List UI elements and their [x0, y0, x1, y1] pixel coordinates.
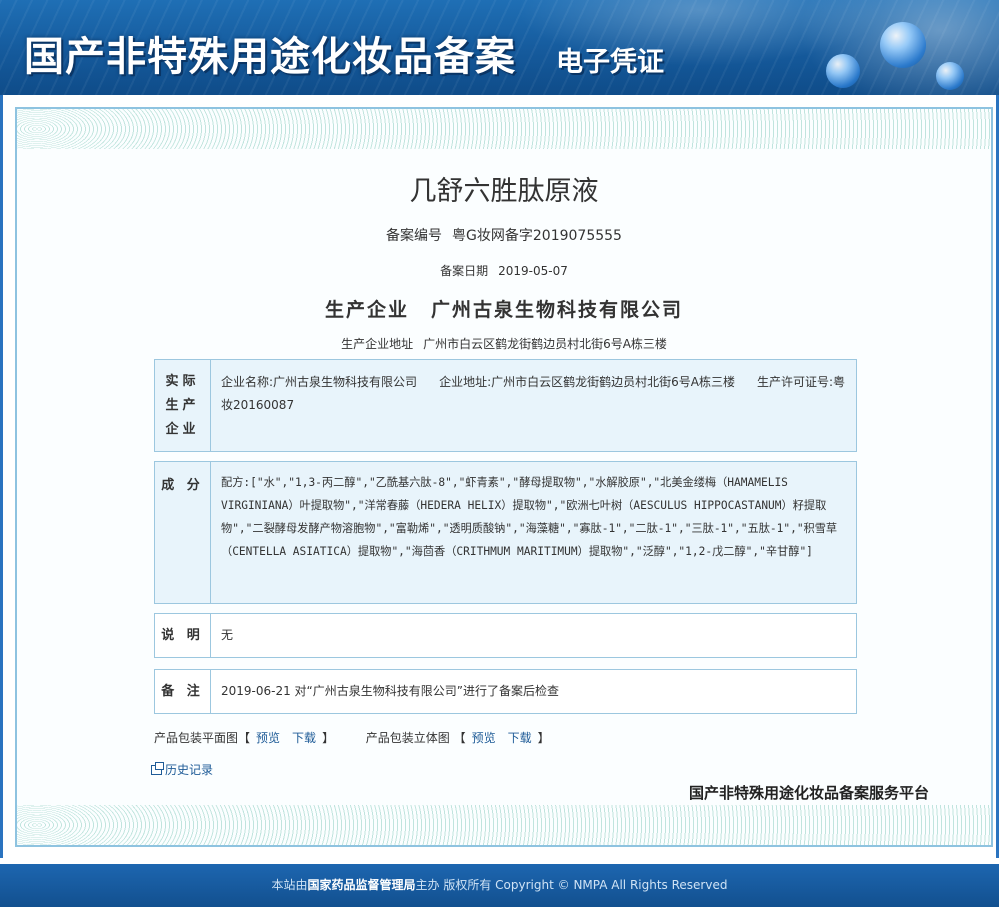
registration-number: 粤G妆网备字2019075555 — [452, 228, 622, 244]
manufacturer-address-line: 生产企业地址 广州市白云区鹤龙街鹤边员村北街6号A栋三楼 — [17, 335, 991, 352]
ingredients-text: 配方:["水","1,3-丙二醇","乙酰基六肽-8","虾青素","酵母提取物… — [221, 476, 838, 558]
package-images-row: 产品包装平面图【 预览 下载】 产品包装立体图 【预览 下载】 — [154, 729, 550, 746]
package-flat-label: 产品包装平面图 — [154, 731, 239, 745]
page-header: 国产非特殊用途化妆品备案 电子凭证 — [0, 0, 999, 95]
flat-download-link[interactable]: 下载 — [292, 731, 316, 745]
manufacturer-name: 广州古泉生物科技有限公司 — [431, 299, 684, 321]
license-label: 生产许可证号: — [756, 375, 834, 389]
decorative-orb — [880, 22, 926, 68]
bracket: 【 — [453, 731, 466, 745]
history-label: 历史记录 — [165, 763, 214, 777]
note-box: 说 明 无 — [154, 613, 857, 658]
platform-label: 国产非特殊用途化妆品备案服务平台 — [689, 784, 930, 802]
registration-label: 备案编号 — [386, 228, 443, 244]
actual-enterprise-box: 实际生产企业 企业名称:广州古泉生物科技有限公司 企业地址:广州市白云区鹤龙街鹤边… — [154, 359, 857, 452]
actual-enterprise-heading: 实际生产企业 — [155, 360, 211, 451]
manufacturer-address-label: 生产企业地址 — [341, 337, 414, 351]
registration-date: 2019-05-07 — [498, 264, 568, 278]
manufacturer-line: 生产企业 广州古泉生物科技有限公司 — [17, 295, 991, 322]
bracket: 【 — [238, 731, 251, 745]
decorative-orb — [936, 62, 964, 90]
manufacturer-address: 广州市白云区鹤龙街鹤边员村北街6号A栋三楼 — [423, 337, 667, 351]
registration-date-line: 备案日期 2019-05-07 — [17, 262, 991, 279]
remark-heading: 备 注 — [155, 670, 211, 713]
ingredients-box: 成 分 配方:["水","1,3-丙二醇","乙酰基六肽-8","虾青素","酵… — [154, 461, 857, 604]
flat-preview-link[interactable]: 预览 — [256, 731, 280, 745]
footer-prefix: 本站由 — [271, 878, 308, 892]
registration-number-line: 备案编号 粤G妆网备字2019075555 — [17, 225, 991, 245]
solid-download-link[interactable]: 下载 — [508, 731, 532, 745]
footer-org: 国家药品监督管理局 — [307, 878, 416, 892]
header-title: 国产非特殊用途化妆品备案 — [24, 33, 516, 80]
enterprise-address-label: 企业地址: — [439, 375, 492, 389]
manufacturer-label: 生产企业 — [324, 299, 409, 321]
remark-text: 2019-06-21 对“广州古泉生物科技有限公司”进行了备案后检查 — [221, 684, 559, 698]
content-frame: 几舒六胜肽原液 备案编号 粤G妆网备字2019075555 备案日期 2019-05… — [0, 95, 999, 858]
external-window-icon — [151, 761, 164, 775]
certificate-panel: 几舒六胜肽原液 备案编号 粤G妆网备字2019075555 备案日期 2019-05… — [15, 107, 993, 847]
actual-enterprise-body: 企业名称:广州古泉生物科技有限公司 企业地址:广州市白云区鹤龙街鹤边员村北街6号A… — [211, 360, 856, 451]
enterprise-address: 广州市白云区鹤龙街鹤边员村北街6号A栋三楼 — [491, 375, 735, 389]
page-footer: 本站由国家药品监督管理局主办 版权所有 Copyright © NMPA All… — [0, 864, 999, 907]
enterprise-name: 广州古泉生物科技有限公司 — [273, 375, 418, 389]
history-link[interactable]: 历史记录 — [151, 761, 213, 778]
enterprise-name-label: 企业名称: — [221, 375, 274, 389]
product-name: 几舒六胜肽原液 — [409, 176, 599, 207]
ingredients-heading: 成 分 — [155, 462, 211, 603]
solid-preview-link[interactable]: 预览 — [472, 731, 496, 745]
date-label: 备案日期 — [440, 264, 489, 278]
guilloche-border-bottom — [17, 805, 991, 845]
guilloche-border-top — [17, 109, 991, 149]
package-solid-label: 产品包装立体图 — [365, 731, 450, 745]
bracket: 】 — [322, 731, 335, 745]
header-subtitle: 电子凭证 — [556, 47, 664, 78]
remark-box: 备 注 2019-06-21 对“广州古泉生物科技有限公司”进行了备案后检查 — [154, 669, 857, 714]
bracket: 】 — [537, 731, 550, 745]
footer-copyright: 主办 版权所有 Copyright © NMPA All Rights Rese… — [415, 878, 728, 892]
note-heading: 说 明 — [155, 614, 211, 657]
decorative-orb — [826, 54, 860, 88]
note-text: 无 — [221, 628, 234, 642]
